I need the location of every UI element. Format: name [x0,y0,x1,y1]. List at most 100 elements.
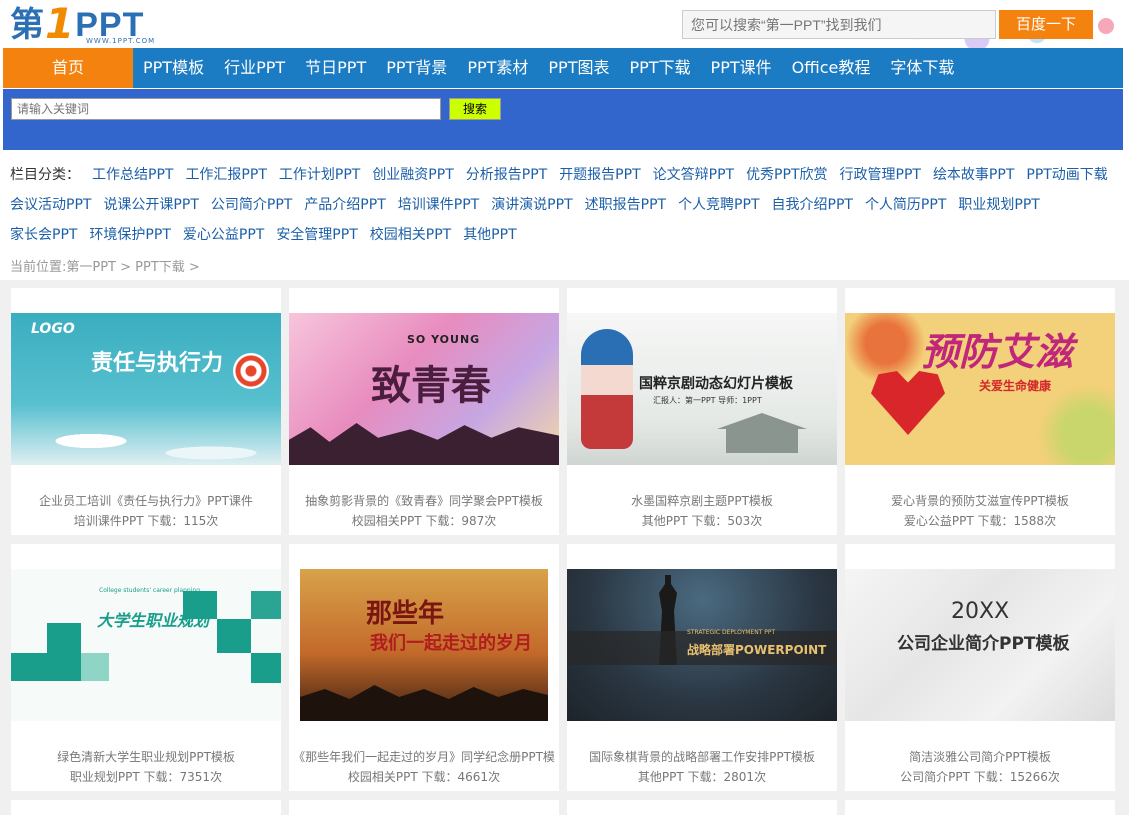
keyword-search-button[interactable]: 搜索 [449,98,501,120]
category-link[interactable]: 工作计划PPT [279,167,360,183]
category-link[interactable]: 优秀PPT欣赏 [746,167,827,183]
template-card-partial[interactable] [845,800,1115,820]
template-card-partial[interactable] [289,800,559,820]
template-meta: 校园相关PPT 下载：987次 [351,514,497,528]
template-card[interactable]: College students' career planning 大学生职业规… [11,544,281,791]
category-link[interactable]: 产品介绍PPT [304,197,385,213]
baidu-search-input[interactable] [682,10,996,39]
template-card-partial[interactable] [11,800,281,820]
tile [11,653,81,681]
template-thumbnail[interactable]: 那些年 我们一起走过的岁月 [300,569,548,721]
category-link[interactable]: 演讲演说PPT [491,197,572,213]
template-meta: 公司简介PPT 下载：15266次 [900,770,1060,784]
template-title[interactable]: 《那些年我们一起走过的岁月》同学纪念册PPT模 [289,748,559,765]
category-link[interactable]: 行政管理PPT [840,167,921,183]
template-card[interactable]: SO YOUNG 致青春 抽象剪影背景的《致青春》同学聚会PPT模板 校园相关P… [289,288,559,535]
template-card-partial[interactable] [567,800,837,820]
breadcrumb: 当前位置:第一PPT > PPT下载 > [10,260,200,275]
nav-ppt-charts[interactable]: PPT图表 [538,48,619,88]
template-title[interactable]: 绿色清新大学生职业规划PPT模板 [11,748,281,765]
target-icon [233,353,269,389]
template-thumbnail[interactable]: 预防艾滋 关爱生命健康 [845,313,1115,465]
template-meta: 爱心公益PPT 下载：1588次 [903,514,1057,528]
category-link[interactable]: 绘本故事PPT [933,167,1014,183]
category-link[interactable]: 培训课件PPT [398,197,479,213]
category-link[interactable]: 环境保护PPT [89,227,170,243]
nav-ppt-assets[interactable]: PPT素材 [457,48,538,88]
template-title[interactable]: 国际象棋背景的战略部署工作安排PPT模板 [567,748,837,765]
baidu-search-button[interactable]: 百度一下 [999,10,1093,39]
nav-ppt-courseware[interactable]: PPT课件 [701,48,782,88]
main-nav: 首页 PPT模板 行业PPT 节日PPT PPT背景 PPT素材 PPT图表 P… [3,48,1123,88]
category-link[interactable]: 个人简历PPT [865,197,946,213]
template-card[interactable]: STRATEGIC DEPLOYMENT PPT 战略部署POWERPOINT … [567,544,837,791]
template-title[interactable]: 企业员工培训《责任与执行力》PPT课件 [11,492,281,509]
nav-ppt-download[interactable]: PPT下载 [619,48,700,88]
category-link[interactable]: 爱心公益PPT [183,227,264,243]
template-title[interactable]: 水墨国粹京剧主题PPT模板 [567,492,837,509]
template-card[interactable]: 国粹京剧动态幻灯片模板 汇报人：第一PPT 导师：1PPT 水墨国粹京剧主题PP… [567,288,837,535]
site-logo[interactable]: 第 1 PPT WWW.1PPT.COM [10,3,154,46]
category-link[interactable]: 个人竞聘PPT [678,197,759,213]
template-meta: 其他PPT 下载：503次 [641,514,763,528]
opera-figure [581,329,633,449]
crowd-silhouette [300,685,548,721]
template-title[interactable]: 爱心背景的预防艾滋宣传PPT模板 [845,492,1115,509]
template-thumbnail[interactable]: STRATEGIC DEPLOYMENT PPT 战略部署POWERPOINT [567,569,837,721]
category-link[interactable]: 安全管理PPT [276,227,357,243]
nav-office-tutorials[interactable]: Office教程 [782,48,881,88]
template-title[interactable]: 抽象剪影背景的《致青春》同学聚会PPT模板 [289,492,559,509]
nav-industry-ppt[interactable]: 行业PPT [214,48,295,88]
template-meta: 培训课件PPT 下载：115次 [73,514,219,528]
category-link[interactable]: 创业融资PPT [372,167,453,183]
template-card[interactable]: LOGO 责任与执行力 企业员工培训《责任与执行力》PPT课件 培训课件PPT … [11,288,281,535]
category-link[interactable]: 论文答辩PPT [653,167,734,183]
nav-ppt-templates[interactable]: PPT模板 [133,48,214,88]
template-meta: 职业规划PPT 下载：7351次 [69,770,223,784]
category-link[interactable]: 公司简介PPT [211,197,292,213]
tile [251,591,281,619]
category-link[interactable]: 说课公开课PPT [103,197,198,213]
template-card[interactable]: 20XX 公司企业简介PPT模板 简洁淡雅公司简介PPT模板 公司简介PPT 下… [845,544,1115,791]
keyword-input[interactable] [11,98,441,120]
crowd-silhouette [289,423,559,465]
nav-holiday-ppt[interactable]: 节日PPT [295,48,376,88]
tile [47,623,81,653]
category-link[interactable]: 开题报告PPT [559,167,640,183]
category-link[interactable]: 分析报告PPT [466,167,547,183]
category-link[interactable]: 职业规划PPT [958,197,1039,213]
decor-dot [1098,18,1114,34]
template-thumbnail[interactable]: 国粹京剧动态幻灯片模板 汇报人：第一PPT 导师：1PPT [567,313,837,465]
cloud-decoration [11,423,281,465]
pavilion-silhouette [717,413,807,453]
template-meta: 其他PPT 下载：2801次 [637,770,767,784]
nav-home[interactable]: 首页 [3,48,133,88]
template-card[interactable]: 预防艾滋 关爱生命健康 爱心背景的预防艾滋宣传PPT模板 爱心公益PPT 下载：… [845,288,1115,535]
category-link[interactable]: 述职报告PPT [585,197,666,213]
tile [251,653,281,683]
tile [81,653,109,681]
category-link[interactable]: PPT动画下载 [1026,167,1107,183]
template-thumbnail[interactable]: LOGO 责任与执行力 [11,313,281,465]
template-meta: 校园相关PPT 下载：4661次 [347,770,501,784]
category-link[interactable]: 其他PPT [463,227,516,243]
template-card[interactable]: 那些年 我们一起走过的岁月 《那些年我们一起走过的岁月》同学纪念册PPT模 校园… [289,544,559,791]
category-label: 栏目分类： [10,167,80,183]
heart-icon [871,371,945,435]
template-thumbnail[interactable]: SO YOUNG 致青春 [289,313,559,465]
keyword-search-band: 搜索 [3,89,1123,150]
nav-font-download[interactable]: 字体下载 [880,48,964,88]
template-thumbnail[interactable]: 20XX 公司企业简介PPT模板 [845,569,1115,721]
category-list: 栏目分类： 工作总结PPT 工作汇报PPT 工作计划PPT 创业融资PPT 分析报告PPT… [10,160,1120,250]
nav-ppt-backgrounds[interactable]: PPT背景 [376,48,457,88]
category-link[interactable]: 家长会PPT [10,227,77,243]
template-thumbnail[interactable]: College students' career planning 大学生职业规… [11,569,281,721]
top-bar: 第 1 PPT WWW.1PPT.COM 百度一下 [0,0,1129,48]
category-link[interactable]: 工作汇报PPT [185,167,266,183]
category-link[interactable]: 会议活动PPT [10,197,91,213]
category-link[interactable]: 校园相关PPT [370,227,451,243]
tile [217,619,251,653]
template-title[interactable]: 简洁淡雅公司简介PPT模板 [845,748,1115,765]
category-link[interactable]: 工作总结PPT [92,167,173,183]
category-link[interactable]: 自我介绍PPT [772,197,853,213]
